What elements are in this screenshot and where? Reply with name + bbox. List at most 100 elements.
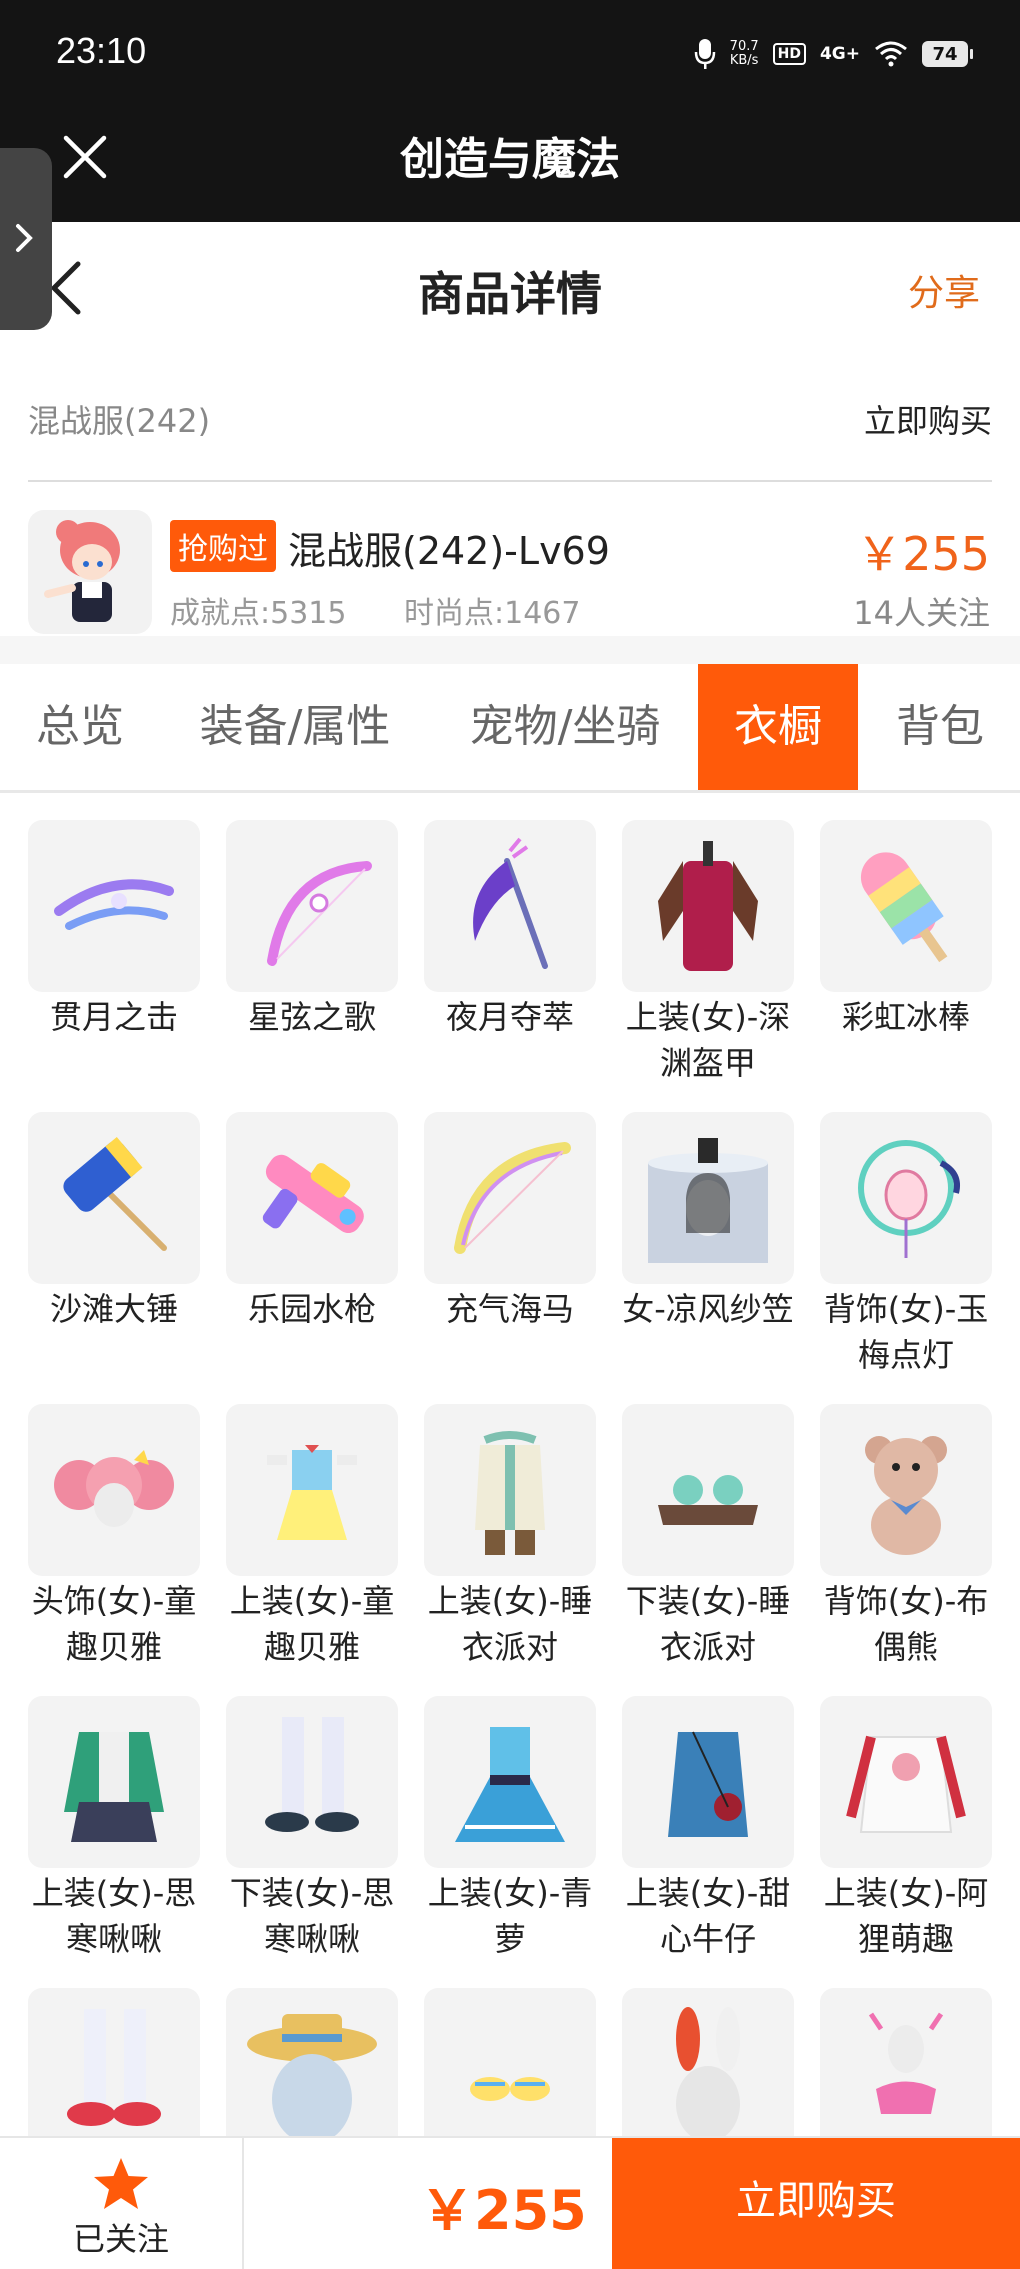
wardrobe-item[interactable]: 上装(女)-睡衣派对 [411, 1404, 609, 1670]
item-name: 夜月夺萃 [445, 998, 574, 1036]
hd-icon: HD [772, 43, 806, 65]
share-button[interactable]: 分享 [908, 264, 980, 316]
microphone-icon [694, 39, 715, 69]
hoodie-icon [820, 1696, 992, 1868]
buy-now-button[interactable]: 立即购买 [612, 2138, 1020, 2269]
item-name: 下装(女)-睡衣派对 [625, 1582, 791, 1666]
tab-overview[interactable]: 总览 [0, 664, 160, 790]
armor-icon [622, 820, 794, 992]
product-name: 混战服(242)-Lv69 [288, 529, 610, 573]
bottom-action-bar: 已关注 ￥255 立即购买 [0, 2136, 1020, 2269]
wardrobe-item[interactable]: 上装(女)-阿狸萌趣 [807, 1696, 1005, 1962]
jacket-icon [28, 1696, 200, 1868]
wardrobe-item[interactable]: 上装(女)-思寒啾啾 [15, 1696, 213, 1962]
crossbow-icon [28, 820, 200, 992]
slippers-icon [622, 1404, 794, 1576]
tab-backpack[interactable]: 背包 [870, 664, 1010, 790]
wardrobe-item[interactable]: 充气海马 [411, 1112, 609, 1332]
item-name: 上装(女)-童趣贝雅 [229, 1582, 395, 1666]
buy-now-link[interactable]: 立即购买 [864, 396, 992, 442]
straw-hat-icon [226, 1988, 398, 2160]
app-bar: 创造与魔法 [0, 110, 1020, 222]
item-name: 乐园水枪 [247, 1290, 376, 1328]
status-bar: 23:10 70.7 KB/s HD 4G+ 74 [0, 0, 1020, 110]
server-row: 混战服(242) 立即购买 [28, 370, 992, 482]
app-title: 创造与魔法 [400, 134, 620, 185]
wardrobe-item[interactable]: 贯月之击 [15, 820, 213, 1040]
server-name: 混战服(242) [28, 402, 211, 440]
achievement-points: 成就点:5315 [170, 596, 347, 631]
item-name: 背饰(女)-布偶熊 [823, 1582, 989, 1666]
scythe-icon [424, 820, 596, 992]
battery-icon: 74 [922, 41, 973, 67]
item-name: 女-凉风纱笠 [622, 1290, 794, 1328]
veil-hat-icon [622, 1112, 794, 1284]
wardrobe-item[interactable]: 乐园水枪 [213, 1112, 411, 1332]
wifi-icon [875, 41, 907, 67]
page-header: 商品详情 分享 [0, 222, 1020, 356]
wardrobe-item[interactable]: 背饰(女)-玉梅点灯 [807, 1112, 1005, 1378]
fashion-points: 时尚点:1467 [404, 596, 581, 631]
product-price: ￥255 [856, 527, 990, 581]
product-summary[interactable]: 抢购过 混战服(242)-Lv69 成就点:5315 时尚点:1467 ￥255… [0, 490, 1020, 635]
item-name: 上装(女)-青萝 [427, 1874, 593, 1958]
wardrobe-item[interactable]: 下装(女)-睡衣派对 [609, 1404, 807, 1670]
tab-wardrobe[interactable]: 衣橱 [698, 664, 858, 790]
swimsuit-icon [820, 1988, 992, 2160]
product-avatar [28, 510, 152, 634]
follow-button[interactable]: 已关注 [0, 2138, 244, 2269]
speed-unit: KB/s [729, 53, 759, 68]
wardrobe-item[interactable]: 彩虹冰棒 [807, 820, 1005, 1040]
wardrobe-item[interactable]: 下装(女)-思寒啾啾 [213, 1696, 411, 1962]
wardrobe-item[interactable]: 背饰(女)-布偶熊 [807, 1404, 1005, 1670]
seahorse-bow-icon [424, 1112, 596, 1284]
blue-dress-icon [424, 1696, 596, 1868]
item-name: 上装(女)-甜心牛仔 [625, 1874, 791, 1958]
side-expand-tab[interactable] [0, 148, 52, 330]
wardrobe-item[interactable]: 夜月夺萃 [411, 820, 609, 1040]
shoes-icon [424, 1988, 596, 2160]
item-name: 充气海马 [445, 1290, 574, 1328]
wardrobe-item[interactable]: 沙滩大锤 [15, 1112, 213, 1332]
speed-value: 70.7 [729, 39, 759, 54]
dress-icon [226, 1404, 398, 1576]
wardrobe-item[interactable]: 上装(女)-童趣贝雅 [213, 1404, 411, 1670]
follow-label: 已关注 [72, 2220, 169, 2258]
item-name: 上装(女)-深渊盔甲 [625, 998, 791, 1082]
chevron-right-icon [16, 224, 33, 252]
wardrobe-item[interactable]: 上装(女)-青萝 [411, 1696, 609, 1962]
lantern-icon [820, 1112, 992, 1284]
stockings-icon [226, 1696, 398, 1868]
item-name: 上装(女)-睡衣派对 [427, 1582, 593, 1666]
network-speed: 70.7 KB/s [730, 40, 759, 68]
section-divider [0, 636, 1020, 664]
denim-icon [622, 1696, 794, 1868]
wardrobe-item[interactable]: 上装(女)-深渊盔甲 [609, 820, 807, 1086]
wardrobe-item[interactable]: 上装(女)-甜心牛仔 [609, 1696, 807, 1962]
wardrobe-item[interactable]: 女-凉风纱笠 [609, 1112, 807, 1332]
item-name: 沙滩大锤 [49, 1290, 178, 1328]
bottom-price: ￥255 [420, 2179, 587, 2242]
wardrobe-item[interactable]: 星弦之歌 [213, 820, 411, 1040]
popsicle-icon [820, 820, 992, 992]
teddy-bear-icon [820, 1404, 992, 1576]
item-name: 头饰(女)-童趣贝雅 [31, 1582, 197, 1666]
tab-bar: 总览 装备/属性 宠物/坐骑 衣橱 背包 [0, 664, 1020, 793]
socks-icon [28, 1988, 200, 2160]
tab-pets-mounts[interactable]: 宠物/坐骑 [450, 664, 680, 790]
bow-icon [226, 820, 398, 992]
hair-icon [28, 1404, 200, 1576]
wardrobe-item[interactable]: 头饰(女)-童趣贝雅 [15, 1404, 213, 1670]
bunny-ears-icon [622, 1988, 794, 2160]
item-name: 上装(女)-阿狸萌趣 [823, 1874, 989, 1958]
item-name: 贯月之击 [49, 998, 178, 1036]
network-type: 4G+ [819, 44, 860, 64]
item-name: 星弦之歌 [247, 998, 376, 1036]
followers-count: 14人关注 [853, 594, 990, 632]
pajama-top-icon [424, 1404, 596, 1576]
status-icons: 70.7 KB/s HD 4G+ 74 [694, 34, 973, 74]
item-name: 背饰(女)-玉梅点灯 [823, 1290, 989, 1374]
tab-equipment[interactable]: 装备/属性 [180, 664, 410, 790]
purchased-badge: 抢购过 [170, 520, 276, 572]
star-icon [94, 2158, 148, 2209]
